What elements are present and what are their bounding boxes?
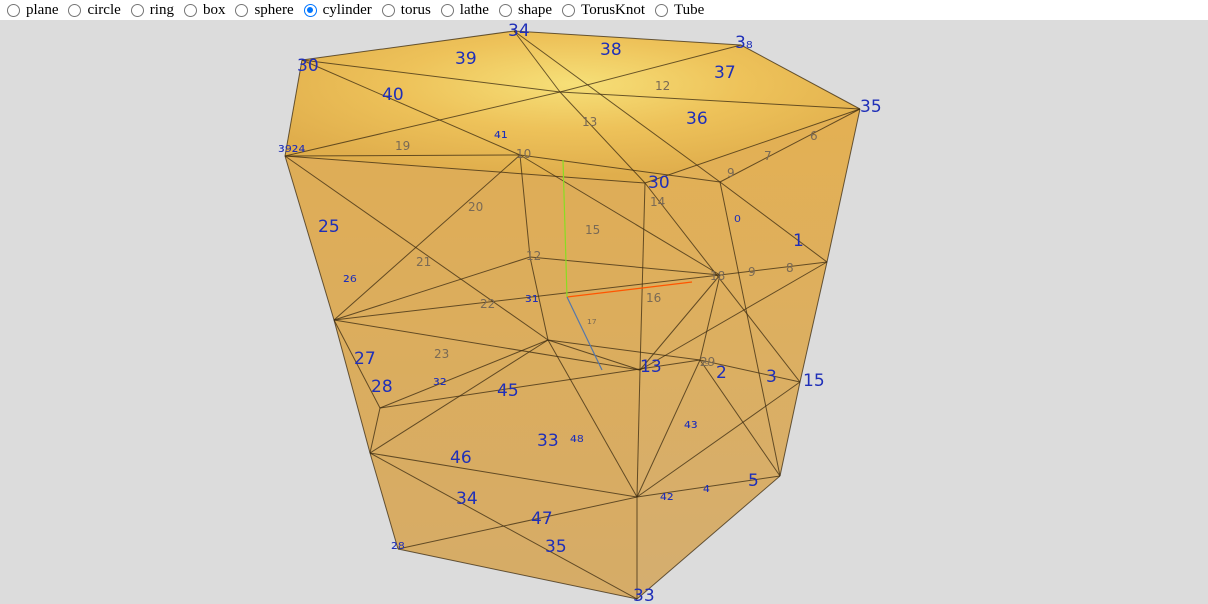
vertex-index-label: ₀ [734,207,741,227]
face-index-label: 8 [786,261,794,275]
torus-radio[interactable] [381,3,395,17]
vertex-index-label: 34 [456,489,478,509]
vertex-index-label: ₃₉₂₄ [278,137,305,157]
circle-radio[interactable] [68,3,82,17]
vertex-index-label: 37 [714,63,736,83]
lathe-radio[interactable] [440,3,454,17]
shape-selector: plane circle ring box sphere cylinder to… [0,0,1208,20]
option-label: TorusKnot [581,1,646,18]
torusknot-radio[interactable] [562,3,576,17]
option-plane[interactable]: plane [7,2,58,19]
face-index-label: ₁₇ [587,313,597,327]
option-lathe[interactable]: lathe [440,1,489,19]
option-ring[interactable]: ring [130,1,174,19]
vertex-index-label: 45 [497,381,519,401]
vertex-index-label: ₃₁ [525,287,539,307]
plane-radio[interactable] [7,3,20,17]
option-label: box [202,1,226,18]
face-index-label: 14 [650,195,665,209]
vertex-index-label: 38 [600,40,622,60]
vertex-index-label: 28 [371,377,393,397]
vertex-index-label: ₄₃ [684,413,698,433]
face-index-label: 12 [526,249,541,263]
3d-viewport[interactable]: 34 38 3₈ 30 37 40 39 ₄₁ 12 36 35 ₃₉₂₄ 19 13 6 7 10 9 ₀ 14 1 3… [0,20,1208,604]
option-torusknot[interactable]: TorusKnot [562,2,645,19]
vertex-index-label: 2 [716,363,727,383]
option-label: shape [517,1,553,18]
option-tube[interactable]: Tube [655,2,704,19]
option-torus[interactable]: torus [381,1,431,19]
face-index-label: 20 [468,200,483,214]
option-label: ring [149,1,174,18]
cylinder-mesh-render: 3438 3₈30 374039₄₁123635₃₉₂₄ 191367109₀1413… [278,21,882,604]
face-index-label: 9 [727,166,735,180]
vertex-index-label: 27 [354,349,376,369]
vertex-index-label: ₄₂ [660,485,674,505]
vertex-index-label: 40 [382,85,404,105]
face-index-label: 21 [416,255,431,269]
vertex-index-label: 39 [455,49,477,69]
option-shape[interactable]: shape [498,1,553,19]
face-index-label: 9 [748,265,756,279]
face-index-label: 15 [585,223,600,237]
face-index-label: 7 [764,149,772,163]
option-label: plane [26,1,59,18]
face-index-label: 19 [395,139,410,153]
vertex-index-label: 33 [537,431,559,451]
vertex-index-label: 13 [640,357,662,377]
vertex-index-label: 15 [803,371,825,391]
face-index-label: 6 [810,129,818,143]
option-label: Tube [674,1,705,18]
vertex-index-label: ₄₈ [570,427,584,447]
face-index-label: ₂₉ [700,355,710,369]
vertex-index-label: 25 [318,217,340,237]
option-box[interactable]: box [183,1,226,19]
face-index-label: 22 [480,297,495,311]
vertex-index-label: 46 [450,448,472,468]
vertex-index-label: ₄ [703,477,710,497]
vertex-index-label: 3₈ [735,33,753,53]
face-index-label: 10 [516,147,531,161]
shape-radio[interactable] [498,3,512,17]
option-label: cylinder [322,1,372,18]
option-cylinder[interactable]: cylinder [303,1,372,19]
vertex-index-label: 34 [508,21,530,41]
face-index-label: 23 [434,347,449,361]
ring-radio[interactable] [130,3,144,17]
vertex-index-label: 3 [766,367,777,387]
sphere-radio[interactable] [235,3,249,17]
face-index-label: 18 [710,269,725,283]
option-label: sphere [254,1,294,18]
vertex-index-label: 30 [648,173,670,193]
option-label: torus [400,1,431,18]
vertex-index-label: 35 [545,537,567,557]
box-radio[interactable] [183,3,197,17]
vertex-index-label: 36 [686,109,708,129]
face-index-label: 12 [655,79,670,93]
option-circle[interactable]: circle [68,1,121,19]
vertex-index-label: ₂₈ [391,534,405,554]
vertex-index-label: 33 [633,586,655,604]
vertex-index-label: 35 [860,97,882,117]
face-index-label: 16 [646,291,661,305]
option-sphere[interactable]: sphere [235,1,294,19]
face-index-label: 13 [582,115,597,129]
cylinder-radio[interactable] [303,3,317,17]
vertex-index-label: ₃₂ [433,370,447,390]
vertex-index-label: 30 [297,56,319,76]
vertex-index-label: ₄₁ [494,123,508,143]
option-label: lathe [459,1,489,18]
vertex-index-label: 1 [793,231,804,251]
tube-radio[interactable] [655,3,669,17]
option-label: circle [87,1,121,18]
vertex-index-label: 5 [748,471,759,491]
vertex-index-label: ₂₆ [343,267,357,287]
vertex-index-label: 47 [531,509,553,529]
